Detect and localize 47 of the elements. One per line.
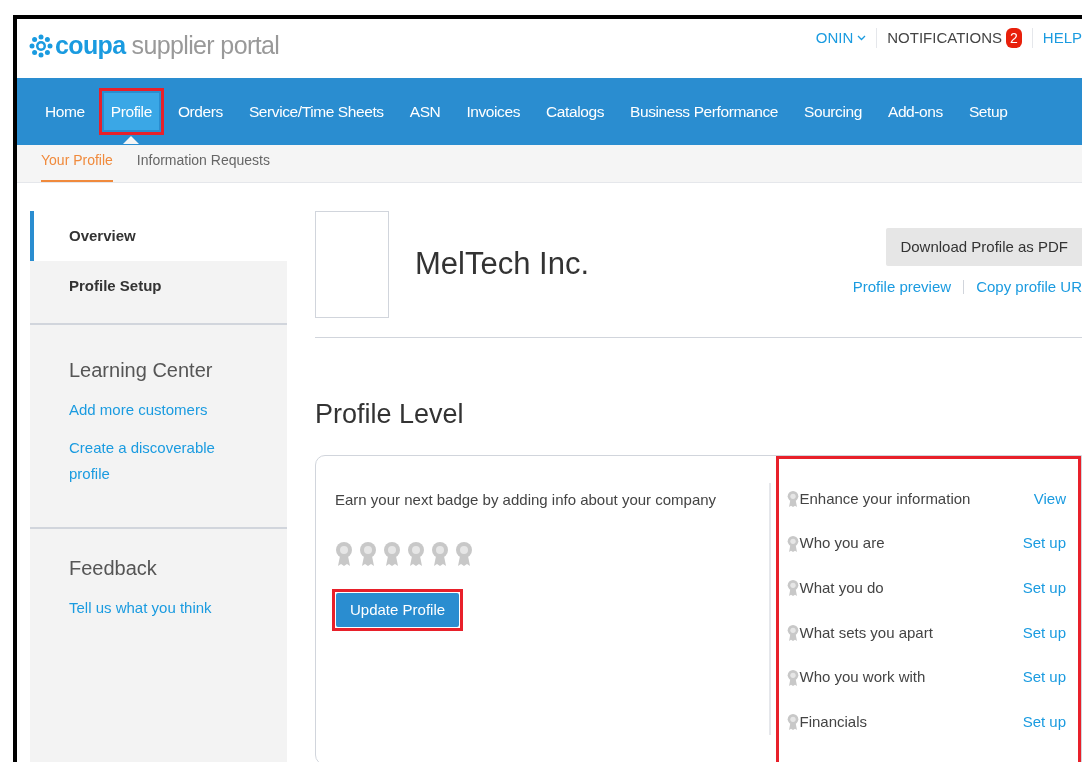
nav-tab[interactable]: Setup: [961, 92, 1015, 131]
notifications-link[interactable]: NOTIFICATIONS: [887, 27, 1002, 50]
nav-tab[interactable]: ASN: [402, 92, 448, 131]
task-label: What you do: [799, 577, 885, 598]
nav-tab[interactable]: Add-ons: [880, 92, 950, 131]
logo-icon: [29, 33, 53, 58]
sidebar-link[interactable]: Add more customers: [69, 397, 237, 423]
chevron-down-icon: [857, 35, 867, 42]
task-action-link[interactable]: View: [1033, 487, 1066, 511]
notification-count: 2: [1006, 28, 1022, 49]
task-action-link[interactable]: Set up: [1022, 576, 1066, 600]
sidebar-section-title: Learning Center: [69, 358, 214, 383]
logo-brand: coupa: [55, 30, 126, 61]
badge-prompt: Earn your next badge by adding info about your company: [335, 489, 718, 510]
nav-tab[interactable]: Orders: [170, 92, 230, 131]
task-label: Who you are: [799, 533, 886, 554]
task-label: Who you work with: [799, 667, 927, 688]
task-label: Financials: [799, 712, 868, 733]
task-label: Enhance your information: [799, 488, 972, 509]
nav-tab[interactable]: Service/Time Sheets: [241, 92, 391, 131]
task-action-link[interactable]: Set up: [1022, 621, 1066, 645]
logo-product: supplier portal: [131, 30, 280, 61]
download-pdf-button[interactable]: Download Profile as PDF: [886, 228, 1082, 266]
sidebar-link[interactable]: Tell us what you think: [69, 595, 237, 621]
sidebar-link[interactable]: Create a discoverable profile: [69, 435, 237, 487]
subnav-tab[interactable]: Your Profile: [41, 150, 113, 182]
section-title: Profile Level: [315, 398, 465, 431]
company-name: MelTech Inc.: [415, 245, 589, 284]
sidebar-item[interactable]: Overview: [30, 211, 287, 261]
nav-tab[interactable]: Business Performance: [623, 92, 785, 131]
task-action-link[interactable]: Set up: [1022, 532, 1066, 555]
update-profile-button[interactable]: Update Profile: [336, 593, 460, 627]
task-action-link[interactable]: Set up: [1022, 666, 1066, 689]
nav-tab[interactable]: Invoices: [459, 92, 528, 131]
profile-link[interactable]: Profile preview: [852, 276, 952, 299]
sidebar-section-title: Feedback: [69, 556, 158, 581]
nav-tab[interactable]: Catalogs: [539, 92, 612, 131]
user-menu[interactable]: ONIN: [815, 27, 867, 50]
nav-tab[interactable]: Home: [38, 92, 92, 131]
nav-tab[interactable]: Sourcing: [796, 92, 869, 131]
task-action-link[interactable]: Set up: [1022, 711, 1066, 734]
subnav-tab[interactable]: Information Requests: [136, 150, 270, 182]
profile-link[interactable]: Copy profile UR: [976, 276, 1082, 299]
sidebar-item[interactable]: Profile Setup: [30, 261, 287, 311]
task-label: What sets you apart: [799, 622, 934, 643]
help-menu[interactable]: HELP: [1042, 27, 1082, 50]
nav-tab[interactable]: Profile: [103, 92, 159, 131]
